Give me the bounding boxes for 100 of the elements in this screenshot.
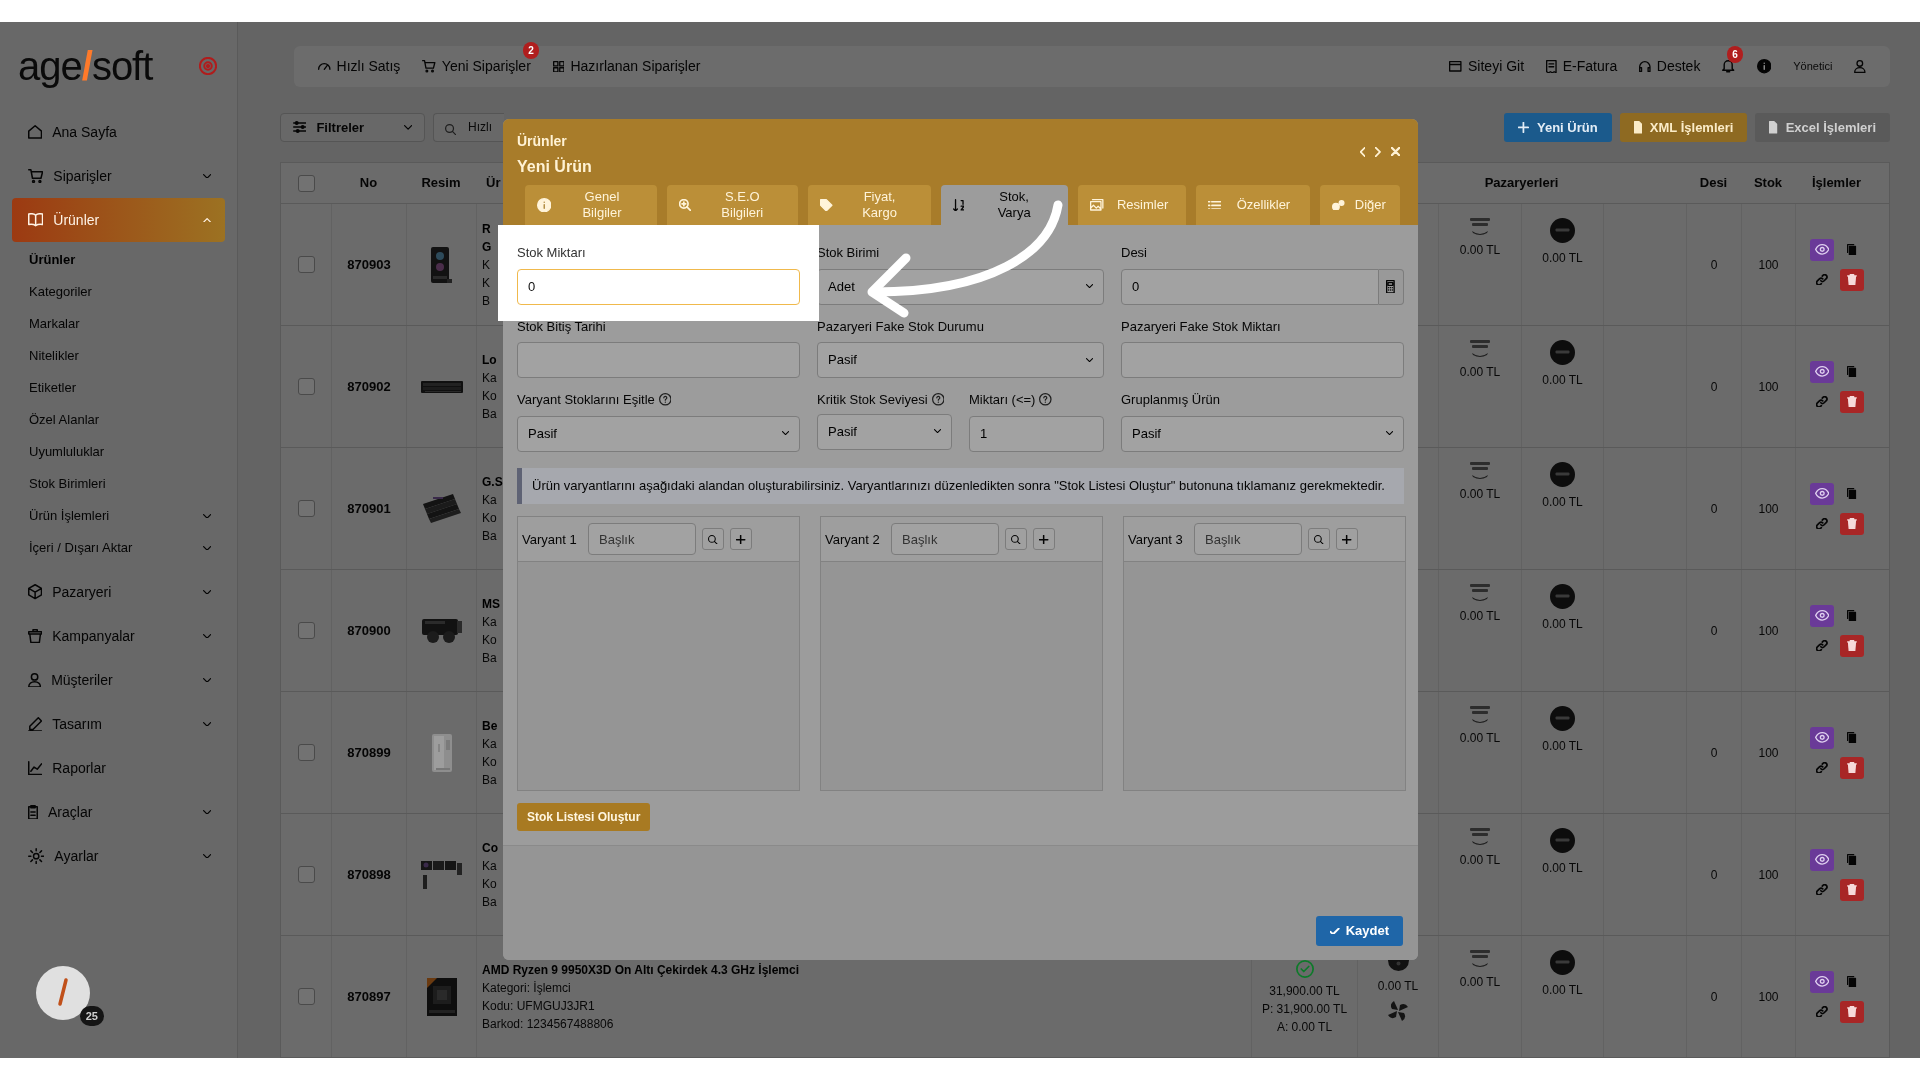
chevron-icon[interactable] [202, 589, 211, 595]
logo[interactable]: age/soft [18, 46, 153, 86]
search-button[interactable] [702, 528, 724, 551]
select-field[interactable]: Pasif [817, 342, 1104, 378]
input-field[interactable]: 1 [969, 415, 1104, 452]
checkbox[interactable] [297, 256, 315, 273]
search-button[interactable] [1308, 528, 1330, 551]
tab[interactable]: Fiyat, Kargo [808, 185, 931, 225]
tab[interactable]: Stok, Varya [940, 185, 1069, 225]
input-field[interactable]: Başlık [891, 523, 999, 556]
nav-link[interactable]: Hazırlanan Siparişler [552, 55, 701, 77]
view-button[interactable] [1810, 238, 1834, 261]
delete-button[interactable] [1840, 756, 1864, 779]
toolbar-button[interactable]: XML İşlemleri [1619, 112, 1748, 142]
checkbox[interactable] [297, 866, 315, 883]
product-name[interactable]: AMD Ryzen 9 9950X3D On Altı Çekirdek 4.3 GHz İşlemci [482, 960, 799, 979]
search-button[interactable] [1005, 528, 1027, 551]
previous-icon[interactable] [1359, 147, 1366, 157]
tab[interactable]: Diğer [1320, 185, 1400, 225]
chevron-icon[interactable] [202, 677, 211, 683]
sidebar-subitem[interactable]: Markalar [12, 308, 225, 340]
checkbox[interactable] [297, 378, 315, 395]
user-icon[interactable] [1854, 59, 1866, 73]
checkbox[interactable] [297, 988, 315, 1005]
toolbar-button[interactable]: Excel İşlemleri [1755, 112, 1890, 142]
add-button[interactable] [1033, 528, 1055, 551]
info-icon[interactable] [1756, 59, 1772, 74]
input-field[interactable]: Başlık [1194, 523, 1302, 556]
checkbox[interactable] [297, 500, 315, 517]
tab[interactable]: Resimler [1078, 185, 1186, 225]
nav-link[interactable]: Hızlı Satış [318, 55, 401, 77]
tab[interactable]: Genel Bilgiler [525, 185, 657, 225]
sidebar-item[interactable]: Tasarım [12, 702, 225, 746]
view-button[interactable] [1810, 726, 1834, 749]
sidebar-item[interactable]: Pazaryeri [12, 570, 225, 614]
chevron-icon[interactable] [202, 721, 211, 727]
view-button[interactable] [1810, 970, 1834, 993]
save-button[interactable]: Kaydet [1316, 916, 1403, 946]
sidebar-subitem[interactable]: İçeri / Dışarı Aktar [12, 532, 225, 564]
help-icon[interactable] [1039, 393, 1053, 407]
filter-button[interactable]: Filtreler [280, 112, 425, 142]
sidebar-item[interactable]: Ayarlar [12, 834, 225, 878]
product-name[interactable]: Lo [482, 350, 497, 369]
tab[interactable]: S.E.O Bilgileri [666, 185, 798, 225]
nav-link[interactable]: Destek [1639, 55, 1701, 77]
input-field[interactable]: Başlık [588, 523, 696, 556]
sidebar-subitem[interactable]: Kategoriler [12, 276, 225, 308]
sidebar-subitem[interactable]: Ürünler [12, 244, 225, 276]
chevron-icon[interactable] [202, 173, 211, 179]
select-field[interactable]: Pasif [1121, 415, 1404, 452]
close-icon[interactable] [1390, 147, 1400, 157]
view-button[interactable] [1810, 360, 1834, 383]
sidebar-subitem[interactable]: Nitelikler [12, 340, 225, 372]
add-button[interactable] [730, 528, 752, 551]
sidebar-subitem[interactable]: Etiketler [12, 372, 225, 404]
add-button[interactable] [1336, 528, 1358, 551]
chevron-icon[interactable] [202, 809, 211, 815]
product-name[interactable]: Be [482, 716, 498, 735]
view-button[interactable] [1810, 604, 1834, 627]
delete-button[interactable] [1840, 268, 1864, 291]
product-name[interactable]: MS [482, 594, 500, 613]
nav-link[interactable]: Siteyi Git [1449, 55, 1525, 77]
sidebar-item[interactable]: Ana Sayfa [12, 110, 225, 154]
user-name[interactable]: Yönetici [1793, 58, 1833, 75]
sidebar-item[interactable]: Müşteriler [12, 658, 225, 702]
select-field[interactable]: Pasif [817, 413, 952, 450]
sidebar-subitem[interactable]: Uyumluluklar [12, 436, 225, 468]
next-icon[interactable] [1375, 147, 1381, 157]
calculator-button[interactable] [1378, 268, 1404, 305]
nav-link[interactable]: E-Fatura [1546, 55, 1618, 77]
delete-button[interactable] [1840, 512, 1864, 535]
sidebar-subitem[interactable]: Ürün İşlemleri [12, 500, 225, 532]
product-name[interactable]: R [482, 219, 491, 238]
chevron-icon[interactable] [202, 513, 211, 519]
input-field[interactable]: 0 [517, 268, 800, 305]
sidebar-item[interactable]: Araçlar [12, 790, 225, 834]
checkbox[interactable] [297, 744, 315, 761]
sidebar-item[interactable]: Raporlar [12, 746, 225, 790]
sidebar-subitem[interactable]: Stok Birimleri [12, 468, 225, 500]
sidebar-subitem[interactable]: Özel Alanlar [12, 404, 225, 436]
product-name[interactable]: Co [482, 838, 498, 857]
sidebar-item[interactable]: Siparişler [12, 154, 225, 198]
view-button[interactable] [1810, 482, 1834, 505]
product-name[interactable]: G [482, 237, 492, 256]
chevron-icon[interactable] [202, 545, 211, 551]
notification-icon[interactable] [1722, 60, 1735, 73]
sidebar-item[interactable]: Kampanyalar [12, 614, 225, 658]
delete-button[interactable] [1840, 390, 1864, 413]
help-icon[interactable] [931, 393, 945, 407]
checkbox[interactable] [297, 622, 315, 639]
sidebar-item[interactable]: Ürünler [12, 198, 225, 242]
view-button[interactable] [1810, 848, 1834, 871]
delete-button[interactable] [1840, 634, 1864, 657]
product-name[interactable]: G.S [482, 472, 503, 491]
tab[interactable]: Özellikler [1195, 185, 1311, 225]
input-field[interactable] [517, 342, 800, 378]
create-list-button[interactable]: Stok Listesi Oluştur [517, 803, 651, 832]
select-field[interactable]: Pasif [517, 415, 800, 452]
input-field[interactable] [1121, 342, 1404, 378]
delete-button[interactable] [1840, 1000, 1864, 1023]
